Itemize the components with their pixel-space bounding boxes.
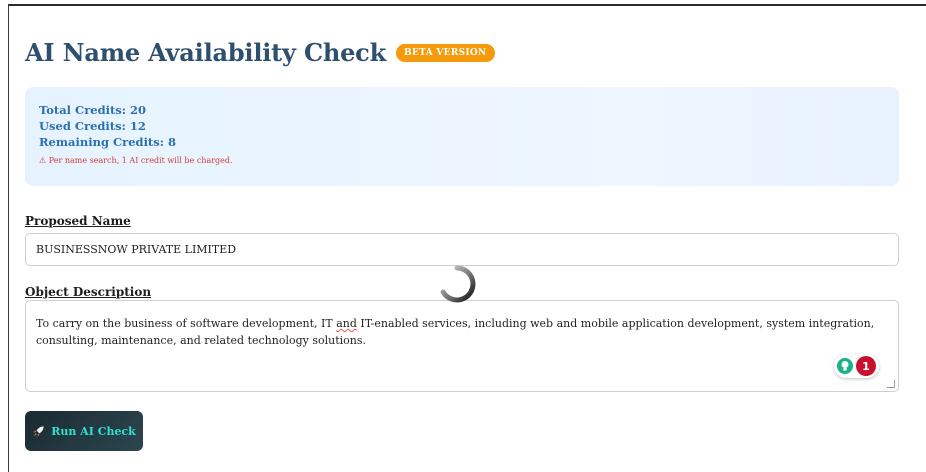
remaining-credits: Remaining Credits: 8 [39,135,176,149]
object-description-label: Object Description [25,285,152,299]
resize-handle[interactable] [887,380,895,388]
run-ai-check-button[interactable]: Run AI Check [25,411,143,451]
rocket-icon [32,425,45,438]
run-ai-check-label: Run AI Check [51,424,136,438]
loading-spinner-icon [440,265,476,303]
header: AI Name Availability Check BETA VERSION [25,38,495,67]
object-description-text: To carry on the business of software dev… [36,317,337,330]
credits-panel: Total Credits: 20 Used Credits: 12 Remai… [25,87,899,186]
proposed-name-label: Proposed Name [25,214,131,228]
page-title: AI Name Availability Check [25,38,387,67]
grammar-issue-count[interactable]: 1 [856,356,876,376]
proposed-name-input[interactable]: BUSINESSNOW PRIVATE LIMITED [25,233,899,266]
object-description-textarea[interactable]: To carry on the business of software dev… [25,300,899,392]
lightbulb-icon[interactable] [837,358,853,374]
spellcheck-flagged-word[interactable]: and [336,317,357,330]
total-credits: Total Credits: 20 [39,103,147,117]
beta-badge: BETA VERSION [396,43,495,62]
credit-warning: ⚠ Per name search, 1 AI credit will be c… [39,156,233,165]
grammar-widget[interactable]: 1 [834,354,879,378]
used-credits: Used Credits: 12 [39,119,146,133]
